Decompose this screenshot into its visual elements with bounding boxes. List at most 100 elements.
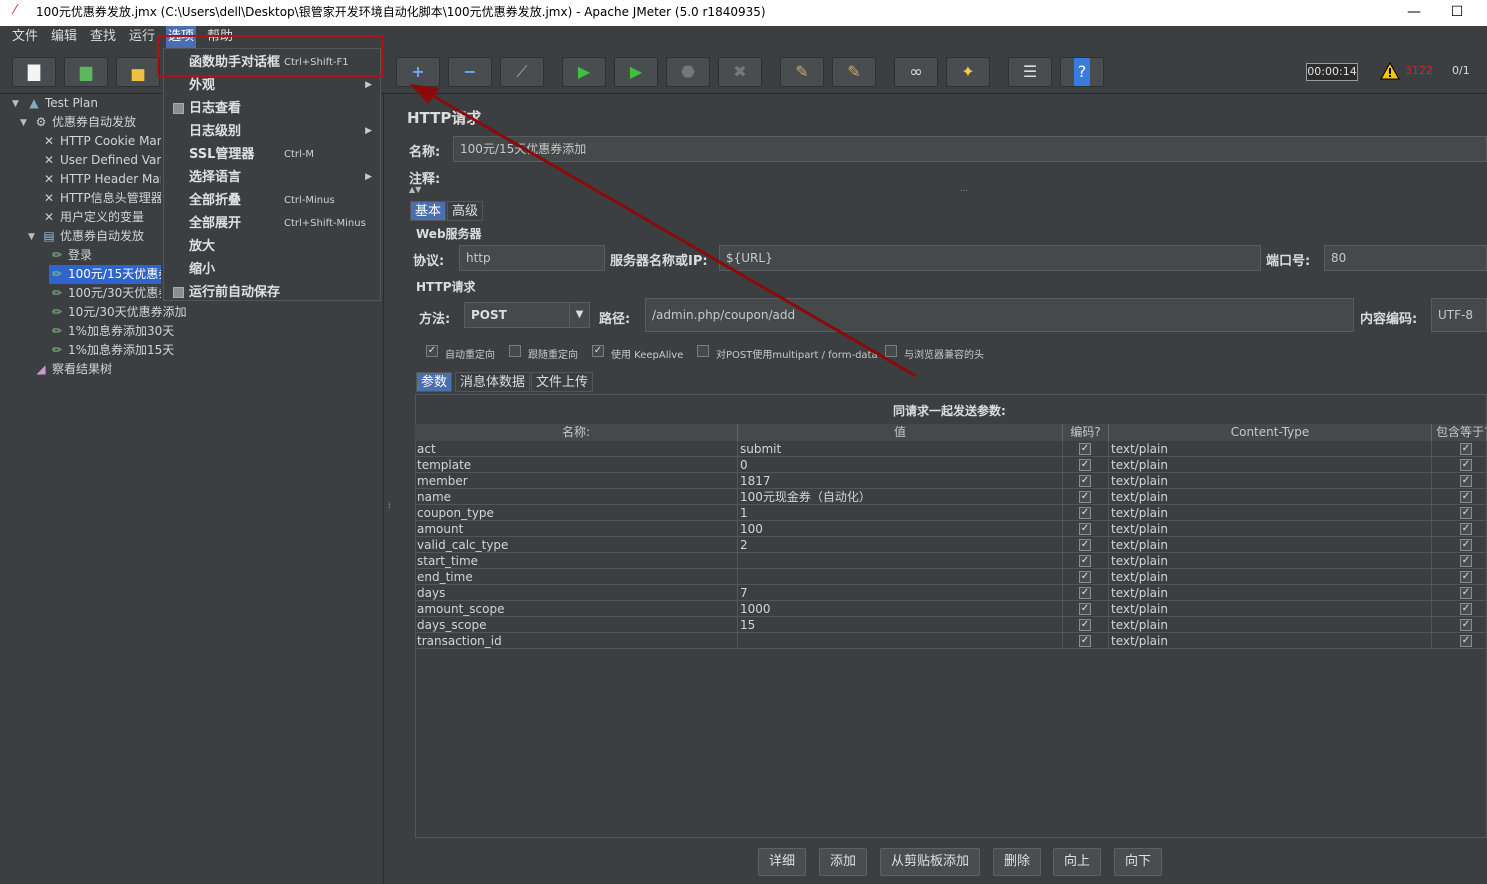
param-value-cell[interactable] [738, 633, 1063, 649]
include-equals-checkbox[interactable]: ✓ [1460, 571, 1472, 583]
param-content-type-cell[interactable]: text/plain [1109, 489, 1432, 505]
method-select[interactable]: POST ▼ [464, 302, 590, 328]
include-equals-checkbox[interactable]: ✓ [1460, 555, 1472, 567]
tree-item-header-manager[interactable]: ✕ HTTP Header Man [41, 170, 161, 189]
include-equals-checkbox[interactable]: ✓ [1460, 443, 1472, 455]
add-from-clipboard-button[interactable]: 从剪贴板添加 [880, 848, 980, 876]
param-content-type-cell[interactable]: text/plain [1109, 441, 1432, 457]
collapse-button[interactable]: − [448, 57, 492, 87]
param-name-cell[interactable]: start_time [415, 553, 738, 569]
param-value-cell[interactable]: 15 [738, 617, 1063, 633]
encode-checkbox[interactable]: ✓ [1079, 603, 1091, 615]
encode-checkbox[interactable]: ✓ [1079, 539, 1091, 551]
param-value-cell[interactable]: 0 [738, 457, 1063, 473]
menu-item-collapse-all[interactable]: 全部折叠 Ctrl-Minus [164, 189, 380, 212]
include-equals-checkbox[interactable]: ✓ [1460, 587, 1472, 599]
param-content-type-cell[interactable]: text/plain [1109, 553, 1432, 569]
param-value-cell[interactable] [738, 569, 1063, 585]
server-field[interactable]: ${URL} [719, 245, 1261, 271]
param-value-cell[interactable]: submit [738, 441, 1063, 457]
table-row[interactable]: amount 100 ✓ text/plain ✓ [415, 521, 1487, 537]
param-name-cell[interactable]: coupon_type [415, 505, 738, 521]
shutdown-button[interactable]: ✖ [718, 57, 762, 87]
encode-checkbox[interactable]: ✓ [1079, 619, 1091, 631]
table-row[interactable]: valid_calc_type 2 ✓ text/plain ✓ [415, 537, 1487, 553]
table-row[interactable]: days_scope 15 ✓ text/plain ✓ [415, 617, 1487, 633]
include-equals-checkbox[interactable]: ✓ [1460, 475, 1472, 487]
expand-button[interactable]: + [396, 57, 440, 87]
menu-item-log-viewer[interactable]: 日志查看 [164, 97, 380, 120]
param-value-cell[interactable]: 2 [738, 537, 1063, 553]
add-button[interactable]: 添加 [819, 848, 867, 876]
table-row[interactable]: days 7 ✓ text/plain ✓ [415, 585, 1487, 601]
menu-item-look-and-feel[interactable]: 外观 ▶ [164, 74, 380, 97]
param-content-type-cell[interactable]: text/plain [1109, 537, 1432, 553]
param-value-cell[interactable]: 100 [738, 521, 1063, 537]
browser-headers-checkbox[interactable] [885, 345, 897, 357]
tab-basic[interactable]: 基本 [410, 201, 447, 221]
include-equals-checkbox[interactable]: ✓ [1460, 635, 1472, 647]
start-no-pause-button[interactable]: ▶ [614, 57, 658, 87]
checkbox-icon[interactable] [173, 287, 184, 298]
new-button[interactable]: ▇ [12, 57, 56, 87]
include-equals-checkbox[interactable]: ✓ [1460, 523, 1472, 535]
tab-file-upload[interactable]: 文件上传 [531, 372, 594, 392]
encode-checkbox[interactable]: ✓ [1079, 523, 1091, 535]
menu-edit[interactable]: 编辑 [49, 26, 79, 48]
include-equals-checkbox[interactable]: ✓ [1460, 459, 1472, 471]
tab-parameters[interactable]: 参数 [416, 372, 453, 392]
tree-item-coupon-100-30[interactable]: ✏ 100元/30天优惠券 [49, 284, 161, 303]
param-name-cell[interactable]: member [415, 473, 738, 489]
maximize-button[interactable]: ☐ [1434, 0, 1480, 26]
encode-checkbox[interactable]: ✓ [1079, 587, 1091, 599]
detail-button[interactable]: 详细 [758, 848, 806, 876]
param-content-type-cell[interactable]: text/plain [1109, 521, 1432, 537]
column-header-name[interactable]: 名称: [415, 424, 738, 441]
menu-item-zoom-out[interactable]: 缩小 [164, 258, 380, 281]
split-pane-divider[interactable]: ⁞ [384, 94, 396, 884]
param-name-cell[interactable]: valid_calc_type [415, 537, 738, 553]
move-down-button[interactable]: 向下 [1114, 848, 1162, 876]
start-button[interactable]: ▶ [562, 57, 606, 87]
param-name-cell[interactable]: amount_scope [415, 601, 738, 617]
tree-item-user-defined-vars[interactable]: ✕ User Defined Vari [41, 151, 161, 170]
tree-item-controller[interactable]: ▤ 优惠券自动发放 [41, 227, 161, 246]
param-name-cell[interactable]: transaction_id [415, 633, 738, 649]
tree-item-user-vars-cn[interactable]: ✕ 用户定义的变量 [41, 208, 161, 227]
delete-button[interactable]: 删除 [993, 848, 1041, 876]
param-name-cell[interactable]: days [415, 585, 738, 601]
param-content-type-cell[interactable]: text/plain [1109, 473, 1432, 489]
column-header-value[interactable]: 值 [738, 424, 1063, 441]
resize-grip-icon[interactable]: ⋯ [960, 186, 968, 195]
param-value-cell[interactable] [738, 553, 1063, 569]
tree-item-results-tree[interactable]: ◢ 察看结果树 [33, 360, 213, 379]
clear-all-button[interactable]: ✎ [832, 57, 876, 87]
param-value-cell[interactable]: 100元现金券（自动化） [738, 489, 1063, 505]
param-value-cell[interactable]: 1817 [738, 473, 1063, 489]
tree-item-coupon-100-15[interactable]: ✏ 100元/15天优惠券 [49, 265, 161, 284]
name-field[interactable]: 100元/15天优惠券添加 [453, 136, 1487, 162]
param-content-type-cell[interactable]: text/plain [1109, 617, 1432, 633]
param-name-cell[interactable]: template [415, 457, 738, 473]
protocol-field[interactable]: http [459, 245, 605, 271]
menu-run[interactable]: 运行 [127, 26, 157, 48]
multipart-checkbox[interactable] [697, 345, 709, 357]
tab-advanced[interactable]: 高级 [447, 201, 484, 221]
table-row[interactable]: transaction_id ✓ text/plain ✓ [415, 633, 1487, 649]
tree-item-login[interactable]: ✏ 登录 [49, 246, 161, 265]
column-header-content-type[interactable]: Content-Type [1109, 424, 1432, 441]
encode-checkbox[interactable]: ✓ [1079, 635, 1091, 647]
encode-checkbox[interactable]: ✓ [1079, 555, 1091, 567]
encode-checkbox[interactable]: ✓ [1079, 443, 1091, 455]
table-row[interactable]: amount_scope 1000 ✓ text/plain ✓ [415, 601, 1487, 617]
table-row[interactable]: coupon_type 1 ✓ text/plain ✓ [415, 505, 1487, 521]
encode-checkbox[interactable]: ✓ [1079, 459, 1091, 471]
comment-field[interactable] [446, 166, 1487, 184]
minimize-button[interactable]: — [1391, 0, 1437, 26]
menu-item-zoom-in[interactable]: 放大 [164, 235, 380, 258]
expand-arrow-icon[interactable]: ▼ [12, 99, 19, 109]
warning-icon[interactable] [1380, 62, 1400, 80]
menu-item-save-before-run[interactable]: 运行前自动保存 [164, 281, 380, 304]
function-helper-button[interactable]: ☰ [1008, 57, 1052, 87]
open-button[interactable]: ▅ [116, 57, 160, 87]
